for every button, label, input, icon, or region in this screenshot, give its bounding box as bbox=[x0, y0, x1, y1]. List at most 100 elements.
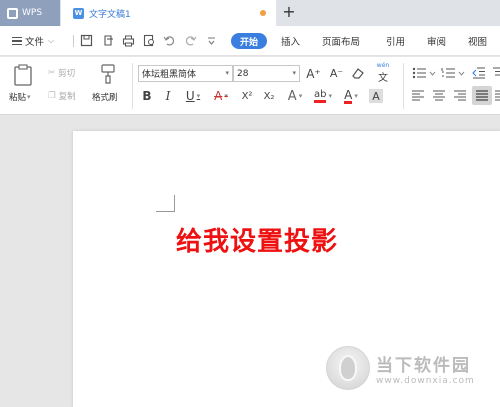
tab-insert-label: 插入 bbox=[281, 37, 301, 48]
tab-view[interactable]: 视图 bbox=[468, 26, 487, 56]
format-painter-button[interactable]: 格式刷 bbox=[92, 91, 118, 103]
output-pdf-icon[interactable] bbox=[102, 34, 115, 47]
align-justify-icon bbox=[476, 90, 488, 101]
ribbon-divider bbox=[132, 63, 133, 109]
text-effect-button[interactable]: A ▾ bbox=[284, 88, 306, 104]
file-menu[interactable]: 文件 ⌵ bbox=[12, 26, 54, 56]
tab-view-label: 视图 bbox=[468, 37, 488, 48]
wps-logo-icon bbox=[7, 7, 18, 19]
format-painter-icon[interactable] bbox=[99, 63, 117, 85]
copy-button[interactable]: ❐ 复制 bbox=[48, 90, 76, 102]
new-tab-button[interactable]: + bbox=[282, 2, 296, 22]
tab-page-layout-label: 页面布局 bbox=[322, 37, 361, 48]
superscript-icon: X² bbox=[241, 90, 253, 102]
bold-button[interactable]: B bbox=[140, 88, 154, 104]
font-family-select[interactable]: 体坛粗黑简体 ▾ bbox=[138, 65, 233, 82]
underline-button[interactable]: U ▾ bbox=[182, 88, 204, 104]
superscript-button[interactable]: X² bbox=[238, 88, 256, 104]
customize-toolbar-icon[interactable] bbox=[205, 34, 218, 47]
tab-review[interactable]: 审阅 bbox=[427, 26, 446, 56]
font-color-button[interactable]: A ▾ bbox=[340, 88, 362, 104]
save-icon[interactable] bbox=[80, 34, 93, 47]
watermark: 当下软件园 www.downxia.com bbox=[326, 346, 475, 390]
shrink-font-button[interactable]: A⁻ bbox=[328, 65, 345, 82]
print-preview-icon[interactable] bbox=[143, 34, 156, 47]
highlight-icon: ab bbox=[314, 89, 327, 103]
tab-page-layout[interactable]: 页面布局 bbox=[322, 26, 360, 56]
italic-icon: I bbox=[165, 89, 171, 103]
chevron-down-icon: ▾ bbox=[292, 69, 296, 77]
distributed-align-icon[interactable] bbox=[495, 90, 500, 101]
shrink-font-icon: A⁻ bbox=[329, 67, 344, 80]
paste-label: 粘贴 bbox=[9, 93, 27, 103]
ribbon-divider bbox=[403, 63, 404, 109]
tab-wps-home[interactable]: WPS bbox=[0, 0, 60, 26]
subscript-button[interactable]: X₂ bbox=[260, 88, 278, 104]
bullet-list-icon[interactable] bbox=[412, 67, 438, 79]
grow-font-icon: A⁺ bbox=[306, 66, 321, 81]
copy-icon: ❐ bbox=[48, 91, 56, 101]
align-center-icon[interactable] bbox=[433, 90, 445, 101]
chevron-down-icon: ▾ bbox=[224, 92, 228, 100]
font-family-value: 体坛粗黑简体 bbox=[142, 70, 197, 80]
tab-references-label: 引用 bbox=[386, 37, 406, 48]
underline-icon: U bbox=[185, 89, 195, 103]
document-text[interactable]: 给我设置投影 bbox=[176, 221, 338, 258]
clear-format-icon[interactable] bbox=[351, 67, 365, 80]
copy-label: 复制 bbox=[58, 92, 76, 102]
print-icon[interactable] bbox=[122, 34, 135, 47]
numbered-list-icon[interactable] bbox=[441, 67, 467, 79]
watermark-logo-icon bbox=[326, 346, 370, 390]
hamburger-icon bbox=[12, 37, 22, 45]
phonetic-label: wén bbox=[376, 62, 390, 69]
grow-font-button[interactable]: A⁺ bbox=[305, 65, 322, 82]
chevron-down-icon: ▾ bbox=[328, 92, 332, 100]
font-size-select[interactable]: 28 ▾ bbox=[233, 65, 300, 82]
document-tab-title: 文字文稿1 bbox=[89, 9, 131, 20]
wps-tab-label: WPS bbox=[22, 8, 43, 18]
chevron-down-icon: ▾ bbox=[225, 69, 229, 77]
redo-icon[interactable] bbox=[184, 34, 197, 47]
undo-icon[interactable] bbox=[163, 34, 176, 47]
phonetic-guide-button[interactable]: wén 文 bbox=[372, 62, 394, 84]
tab-bar: WPS W 文字文稿1 + bbox=[0, 0, 500, 26]
file-menu-label: 文件 bbox=[25, 37, 45, 48]
justify-button[interactable] bbox=[472, 86, 492, 105]
unsaved-indicator-icon bbox=[260, 10, 266, 16]
format-painter-label: 格式刷 bbox=[92, 93, 118, 103]
watermark-name: 当下软件园 bbox=[376, 355, 471, 376]
chevron-down-icon: ▾ bbox=[298, 92, 303, 100]
menu-divider bbox=[73, 35, 74, 47]
align-right-icon[interactable] bbox=[454, 90, 466, 101]
tab-document[interactable]: W 文字文稿1 bbox=[61, 0, 276, 26]
chevron-down-icon: ▾ bbox=[196, 92, 201, 100]
margin-corner-marker bbox=[156, 195, 175, 212]
tab-references[interactable]: 引用 bbox=[386, 26, 405, 56]
wps-writer-window: WPS W 文字文稿1 + 文件 ⌵ 插入 页面布局 引用 审阅 视图 开始 粘… bbox=[0, 0, 500, 407]
paste-icon[interactable] bbox=[12, 63, 34, 87]
home-ribbon: 粘贴 ▾ ✂ 剪切 ❐ 复制 格式刷 体坛粗黑简体 ▾ 28 ▾ A⁺ A⁻ wén … bbox=[0, 57, 500, 115]
scissors-icon: ✂ bbox=[48, 68, 56, 78]
align-left-icon[interactable] bbox=[412, 90, 424, 101]
text-effect-icon: A bbox=[287, 88, 297, 104]
strikethrough-button[interactable]: A ▾ bbox=[210, 88, 232, 104]
bold-icon: B bbox=[142, 89, 152, 103]
paste-button[interactable]: 粘贴 ▾ bbox=[9, 91, 31, 103]
highlight-button[interactable]: ab ▾ bbox=[311, 88, 335, 104]
increase-indent-icon[interactable] bbox=[493, 67, 500, 79]
tab-insert[interactable]: 插入 bbox=[281, 26, 300, 56]
decrease-indent-icon[interactable] bbox=[472, 67, 486, 79]
tab-start[interactable]: 开始 bbox=[231, 33, 267, 49]
char-shading-button[interactable]: A bbox=[369, 89, 383, 103]
char-shading-icon: A bbox=[372, 89, 380, 103]
chevron-down-icon: ⌵ bbox=[48, 36, 55, 45]
strikethrough-icon: A bbox=[214, 89, 223, 103]
cut-button[interactable]: ✂ 剪切 bbox=[48, 67, 75, 79]
font-color-icon: A bbox=[344, 87, 353, 104]
subscript-icon: X₂ bbox=[263, 90, 275, 102]
cut-label: 剪切 bbox=[58, 69, 76, 79]
phonetic-char-icon: 文 bbox=[378, 73, 388, 84]
italic-button[interactable]: I bbox=[161, 88, 175, 104]
writer-doc-icon: W bbox=[73, 7, 84, 19]
chevron-down-icon: ▾ bbox=[27, 93, 31, 101]
